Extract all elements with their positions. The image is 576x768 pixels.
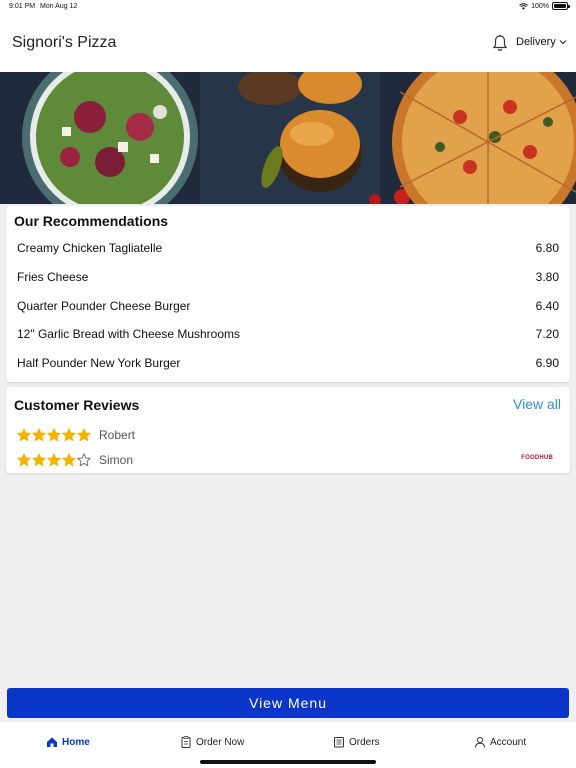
star-filled-icon: [32, 428, 46, 442]
item-name: Creamy Chicken Tagliatelle: [17, 241, 163, 256]
reviewer-name: Simon: [99, 453, 134, 467]
star-rating: [17, 428, 91, 442]
battery-percent: 100%: [531, 2, 549, 10]
bottom-tab-bar: Home Order Now Orders Account: [0, 722, 576, 768]
star-filled-icon: [47, 428, 61, 442]
star-filled-icon: [47, 453, 61, 467]
home-icon: [47, 737, 57, 747]
list-item[interactable]: Fries Cheese 3.80: [17, 263, 559, 292]
star-filled-icon: [62, 453, 76, 467]
battery-level: [554, 4, 566, 8]
reviewer-name: Robert: [99, 428, 136, 442]
foodhub-logo: FOODHUB: [521, 455, 553, 461]
star-empty-icon: [77, 453, 91, 467]
recommendations-list: Creamy Chicken Tagliatelle 6.80 Fries Ch…: [17, 234, 559, 377]
bell-icon[interactable]: [492, 34, 508, 52]
status-time: 9:01 PM: [9, 3, 36, 10]
star-filled-icon: [17, 453, 31, 467]
order-mode-label: Delivery: [516, 36, 556, 48]
order-mode-dropdown[interactable]: Delivery: [516, 36, 567, 48]
tab-label: Order Now: [196, 736, 245, 748]
tab-label: Account: [490, 736, 527, 748]
user-icon: [475, 737, 485, 748]
hero-food-image: [0, 72, 576, 204]
tab-order-now[interactable]: Order Now: [180, 736, 244, 748]
list-item[interactable]: Quarter Pounder Cheese Burger 6.40: [17, 291, 559, 320]
reviews-card: Customer Reviews View all Robert Simon F…: [6, 387, 570, 473]
item-price: 6.80: [535, 241, 559, 256]
view-menu-button[interactable]: View Menu: [7, 688, 569, 718]
status-date: Mon Aug 12: [40, 3, 78, 10]
item-price: 6.90: [535, 356, 559, 371]
reviews-title: Customer Reviews: [14, 397, 140, 413]
item-price: 7.20: [535, 327, 559, 342]
restaurant-title: Signori's Pizza: [12, 34, 117, 51]
review-item: Simon: [17, 453, 133, 467]
star-filled-icon: [62, 428, 76, 442]
tab-label: Home: [62, 736, 90, 748]
tab-home[interactable]: Home: [46, 736, 90, 748]
review-item: Robert: [17, 428, 135, 442]
recommendations-title: Our Recommendations: [14, 213, 169, 229]
home-indicator: [200, 760, 376, 764]
receipt-icon: [334, 737, 344, 748]
battery-icon: [552, 2, 570, 10]
item-name: Fries Cheese: [17, 270, 89, 285]
item-name: 12" Garlic Bread with Cheese Mushrooms: [17, 327, 241, 342]
list-item[interactable]: Half Pounder New York Burger 6.90: [17, 349, 559, 378]
item-price: 3.80: [535, 270, 559, 285]
tab-label: Orders: [349, 736, 380, 748]
item-price: 6.40: [535, 298, 559, 313]
wifi-icon: [519, 2, 528, 10]
tab-account[interactable]: Account: [474, 736, 526, 748]
star-filled-icon: [77, 428, 91, 442]
star-rating: [17, 453, 91, 467]
star-filled-icon: [17, 428, 31, 442]
view-all-link[interactable]: View all: [513, 396, 561, 412]
list-item[interactable]: Creamy Chicken Tagliatelle 6.80: [17, 234, 559, 263]
list-item[interactable]: 12" Garlic Bread with Cheese Mushrooms 7…: [17, 320, 559, 349]
status-bar: 9:01 PM Mon Aug 12 100%: [0, 0, 576, 14]
item-name: Quarter Pounder Cheese Burger: [17, 298, 191, 313]
star-filled-icon: [32, 453, 46, 467]
item-name: Half Pounder New York Burger: [17, 356, 181, 371]
clipboard-icon: [181, 736, 191, 748]
tab-orders[interactable]: Orders: [333, 736, 380, 748]
chevron-down-icon: [559, 40, 567, 45]
recommendations-card: Our Recommendations Creamy Chicken Tagli…: [6, 206, 570, 382]
app-header: Signori's Pizza Delivery: [0, 14, 576, 72]
